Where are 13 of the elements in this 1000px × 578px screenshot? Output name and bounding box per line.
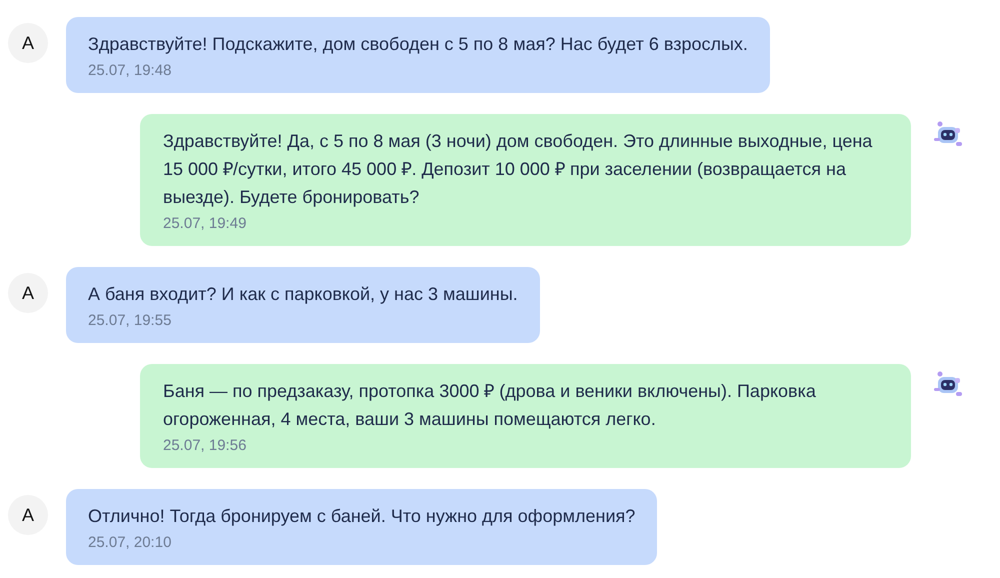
avatar: А <box>8 495 48 535</box>
message-time: 25.07, 20:10 <box>88 533 172 553</box>
message-time: 25.07, 19:55 <box>88 311 172 331</box>
message-text: А баня входит? И как с парковкой, у нас 3 машины. <box>88 283 518 306</box>
message-time: 25.07, 19:56 <box>163 436 248 456</box>
message-text: Здравствуйте! Да, с 5 по 8 мая (3 ночи) дом свободен. Это длинные выходные, цена 15 000 ₽/сутки, итого 45 000 ₽. Депозит 10 000 ₽ при заселении (возвращается на выезде). Будете бронировать? <box>163 130 874 209</box>
avatar: А <box>8 23 48 63</box>
avatar: А <box>8 273 48 313</box>
message-text: Баня — по предзаказу, протопка 3000 ₽ (дрова и веники включены). Парковка огороженная, 4 места, ваши 3 машины помещаются легко. <box>163 380 817 431</box>
message-text: Отлично! Тогда бронируем с баней. Что нужно для оформления? <box>88 505 636 528</box>
message-text: Здравствуйте! Подскажите, дом свободен с 5 по 8 мая? Нас будет 6 взрослых. <box>88 33 748 56</box>
message-time: 25.07, 19:48 <box>88 61 172 81</box>
message-time: 25.07, 19:49 <box>163 214 248 234</box>
